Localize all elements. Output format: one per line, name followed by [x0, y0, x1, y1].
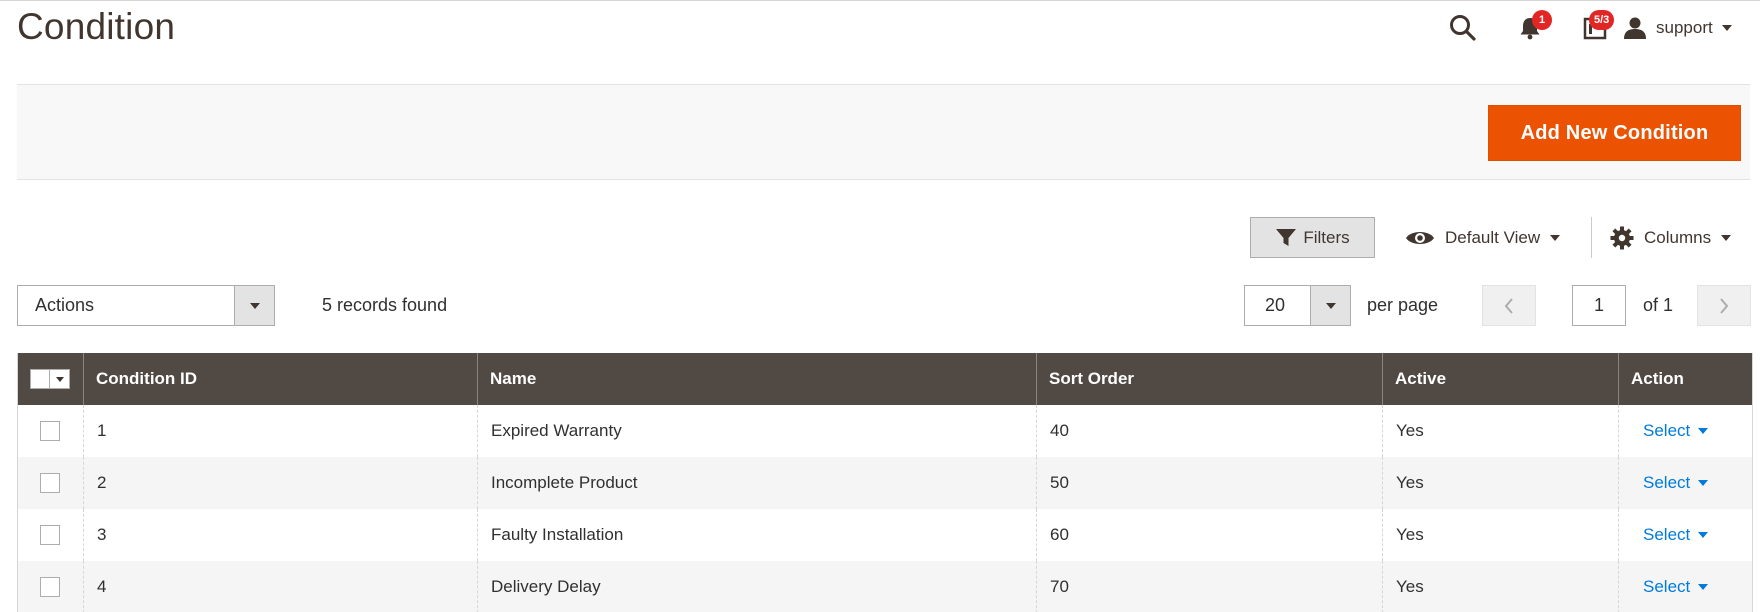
- active-cell: Yes: [1382, 405, 1619, 457]
- notifications-badge: 1: [1532, 10, 1552, 30]
- row-action-select[interactable]: Select: [1643, 525, 1709, 545]
- condition-id-cell: 1: [83, 405, 478, 457]
- filter-icon: [1276, 228, 1297, 246]
- row-action-label: Select: [1643, 473, 1691, 492]
- condition-id-cell: 4: [83, 561, 478, 612]
- action-cell: Select: [1618, 561, 1753, 612]
- gear-icon: [1610, 226, 1634, 249]
- table-row: 2 Incomplete Product 50 Yes Select: [17, 457, 1753, 509]
- default-view-dropdown[interactable]: Default View: [1405, 217, 1561, 258]
- table-row: 4 Delivery Delay 70 Yes Select: [17, 561, 1753, 612]
- system-messages-button[interactable]: 5/3: [1575, 8, 1615, 48]
- sort-order-cell: 40: [1036, 405, 1383, 457]
- mass-select-header[interactable]: [17, 353, 84, 405]
- row-select-cell: [17, 457, 84, 509]
- page-actions-bar: Add New Condition: [17, 84, 1750, 180]
- next-page-button[interactable]: [1697, 285, 1751, 326]
- row-checkbox[interactable]: [40, 525, 60, 545]
- mass-select-toggle[interactable]: [50, 369, 70, 389]
- per-page-select[interactable]: 20: [1244, 285, 1351, 326]
- chevron-down-icon: [249, 302, 260, 309]
- toolbar-divider: [1591, 217, 1592, 258]
- mass-actions-label: Actions: [35, 295, 95, 315]
- row-action-label: Select: [1643, 525, 1691, 544]
- name-cell: Incomplete Product: [477, 457, 1037, 509]
- eye-icon: [1406, 231, 1434, 244]
- per-page-value: 20: [1265, 295, 1286, 315]
- notifications-button[interactable]: 1: [1510, 8, 1552, 48]
- chevron-down-icon: [1325, 302, 1336, 309]
- row-action-label: Select: [1643, 577, 1691, 596]
- page-total: of 1: [1643, 295, 1674, 315]
- action-cell: Select: [1618, 509, 1753, 561]
- grid-toolbar: Filters Default View Columns: [0, 217, 1760, 259]
- records-found: 5 records found: [322, 295, 448, 315]
- per-page-label: per page: [1367, 295, 1439, 315]
- chevron-right-icon: [1720, 297, 1729, 314]
- user-menu[interactable]: support: [1623, 8, 1753, 48]
- table-row: 1 Expired Warranty 40 Yes Select: [17, 405, 1753, 457]
- column-header-sort-order[interactable]: Sort Order: [1036, 353, 1383, 405]
- user-icon: [1624, 17, 1646, 39]
- mass-actions-select[interactable]: Actions: [17, 285, 275, 326]
- system-messages-badge: 5/3: [1589, 10, 1615, 30]
- current-page-input[interactable]: [1572, 285, 1626, 326]
- row-action-label: Select: [1643, 421, 1691, 440]
- chevron-down-icon: [1698, 532, 1709, 538]
- row-checkbox[interactable]: [40, 473, 60, 493]
- name-cell: Expired Warranty: [477, 405, 1037, 457]
- row-checkbox[interactable]: [40, 577, 60, 597]
- active-cell: Yes: [1382, 509, 1619, 561]
- conditions-grid: Condition ID Name Sort Order Active Acti…: [17, 353, 1753, 612]
- column-header-condition-id[interactable]: Condition ID: [83, 353, 478, 405]
- action-cell: Select: [1618, 457, 1753, 509]
- chevron-left-icon: [1504, 297, 1513, 314]
- row-select-cell: [17, 509, 84, 561]
- row-action-select[interactable]: Select: [1643, 577, 1709, 597]
- grid-controls: Actions 5 records found 20 per page of 1: [0, 285, 1760, 327]
- chevron-down-icon: [1721, 234, 1732, 241]
- active-cell: Yes: [1382, 561, 1619, 612]
- sort-order-cell: 70: [1036, 561, 1383, 612]
- column-header-active[interactable]: Active: [1382, 353, 1619, 405]
- chevron-down-icon: [1698, 480, 1709, 486]
- column-header-name[interactable]: Name: [477, 353, 1037, 405]
- row-action-select[interactable]: Select: [1643, 473, 1709, 493]
- action-cell: Select: [1618, 405, 1753, 457]
- columns-label: Columns: [1644, 227, 1712, 247]
- previous-page-button[interactable]: [1482, 285, 1536, 326]
- columns-dropdown[interactable]: Columns: [1610, 217, 1732, 258]
- row-select-cell: [17, 405, 84, 457]
- mass-select-checkbox[interactable]: [30, 369, 71, 389]
- active-cell: Yes: [1382, 457, 1619, 509]
- page-title: Condition: [17, 6, 176, 47]
- row-select-cell: [17, 561, 84, 612]
- name-cell: Faulty Installation: [477, 509, 1037, 561]
- add-new-condition-button[interactable]: Add New Condition: [1488, 105, 1741, 161]
- row-checkbox[interactable]: [40, 421, 60, 441]
- user-name: support: [1656, 18, 1713, 37]
- filters-button[interactable]: Filters: [1250, 217, 1375, 258]
- filters-label: Filters: [1303, 227, 1350, 247]
- condition-id-cell: 2: [83, 457, 478, 509]
- sort-order-cell: 50: [1036, 457, 1383, 509]
- top-border: [0, 0, 1760, 1]
- chevron-down-icon: [1698, 428, 1709, 434]
- column-header-action: Action: [1618, 353, 1753, 405]
- search-icon[interactable]: [1443, 8, 1483, 48]
- chevron-down-icon: [1550, 234, 1561, 241]
- row-action-select[interactable]: Select: [1643, 421, 1709, 441]
- chevron-down-icon: [1721, 25, 1732, 31]
- grid-header-row: Condition ID Name Sort Order Active Acti…: [17, 353, 1753, 405]
- table-row: 3 Faulty Installation 60 Yes Select: [17, 509, 1753, 561]
- mass-actions-toggle[interactable]: [234, 286, 274, 325]
- condition-id-cell: 3: [83, 509, 478, 561]
- per-page-toggle[interactable]: [1310, 286, 1350, 325]
- view-label: Default View: [1445, 227, 1541, 247]
- name-cell: Delivery Delay: [477, 561, 1037, 612]
- select-all-checkbox[interactable]: [30, 369, 50, 389]
- chevron-down-icon: [1698, 584, 1709, 590]
- sort-order-cell: 60: [1036, 509, 1383, 561]
- chevron-down-icon: [55, 376, 64, 382]
